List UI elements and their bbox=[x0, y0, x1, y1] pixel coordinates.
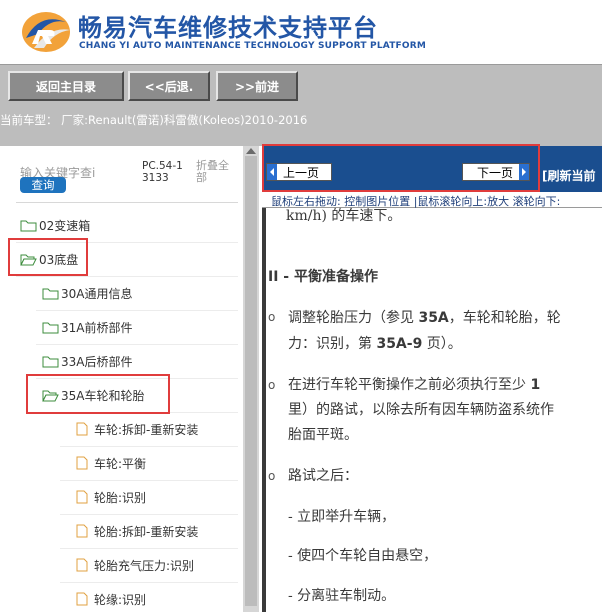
bullet-icon: o bbox=[268, 310, 276, 324]
divider bbox=[60, 514, 238, 515]
main-menu-button[interactable]: 返回主目录 bbox=[8, 71, 124, 101]
doc-paragraph: 在进行车轮平衡操作之前必须执行至少 1 bbox=[288, 374, 540, 394]
doc-line: 里）的路试，以除去所有因车辆防盗系统作 bbox=[288, 402, 554, 418]
highlight-box bbox=[8, 238, 88, 276]
doc-text: ，车轮和轮胎，轮 bbox=[448, 310, 561, 326]
divider bbox=[60, 582, 238, 583]
doc-heading: II - 平衡准备操作 bbox=[268, 269, 378, 285]
doc-icon bbox=[76, 592, 88, 606]
folder-icon bbox=[42, 322, 59, 333]
pc-code: PC.54-13133 bbox=[142, 160, 183, 184]
nav-bar: 返回主目录 <<后退. >>前进 bbox=[0, 64, 602, 106]
doc-line: - 使四个车轮自由悬空， bbox=[288, 548, 438, 564]
tree-item-02[interactable]: 02变速箱 bbox=[20, 213, 90, 237]
divider bbox=[16, 276, 238, 277]
tree-item-doc[interactable]: 车轮:拆卸-重新安装 bbox=[76, 417, 198, 441]
divider bbox=[36, 310, 238, 311]
tree-item-doc[interactable]: 轮胎:识别 bbox=[76, 485, 146, 509]
back-button[interactable]: <<后退. bbox=[128, 71, 210, 101]
tree-item-label: 车轮:拆卸-重新安装 bbox=[94, 422, 199, 437]
tree-item-doc[interactable]: 车轮:平衡 bbox=[76, 451, 146, 475]
doc-text: 35A-9 bbox=[376, 336, 423, 352]
doc-icon bbox=[76, 422, 88, 436]
doc-text: 力：识别，第 bbox=[288, 336, 372, 352]
scrollbar-thumb[interactable] bbox=[245, 156, 257, 606]
collapse-all-button[interactable]: 折叠全部 bbox=[196, 160, 236, 184]
tree-item-33a[interactable]: 33A后桥部件 bbox=[42, 349, 132, 373]
tree-item-label: 轮胎充气压力:识别 bbox=[94, 558, 195, 573]
doc-line: km/h) 的车速下。 bbox=[286, 208, 402, 224]
divider bbox=[60, 446, 238, 447]
tree-item-label: 30A通用信息 bbox=[61, 286, 133, 301]
doc-icon bbox=[76, 524, 88, 538]
forward-button[interactable]: >>前进 bbox=[216, 71, 298, 101]
tree-item-label: 轮缘:识别 bbox=[94, 592, 147, 607]
divider bbox=[60, 548, 238, 549]
doc-line: 胎面平斑。 bbox=[288, 427, 358, 443]
doc-paragraph: 调整轮胎压力（参见 35A，车轮和轮胎，轮 bbox=[288, 307, 561, 327]
doc-text: 35A bbox=[418, 310, 449, 326]
folder-icon bbox=[42, 288, 59, 299]
tree-item-label: 02变速箱 bbox=[39, 218, 91, 233]
brand-subtitle: CHANG YI AUTO MAINTENANCE TECHNOLOGY SUP… bbox=[79, 41, 427, 51]
bullet-icon: o bbox=[268, 469, 276, 483]
tree-item-31a[interactable]: 31A前桥部件 bbox=[42, 315, 132, 339]
tree-item-label: 轮胎:识别 bbox=[94, 490, 147, 505]
car-logo-icon bbox=[22, 12, 70, 52]
doc-text: 1 bbox=[530, 377, 541, 393]
doc-text: 调整轮胎压力（参见 bbox=[288, 310, 414, 326]
highlight-box bbox=[262, 144, 540, 192]
tree-item-doc[interactable]: 轮缘:识别 bbox=[76, 587, 146, 611]
current-car-model: 当前车型： 厂家:Renault(雷诺)科雷傲(Koleos)2010-2016 bbox=[0, 113, 308, 127]
query-button[interactable]: 查询 bbox=[20, 177, 66, 193]
scroll-up-icon[interactable] bbox=[246, 148, 256, 154]
tree-item-label: 轮胎:拆卸-重新安装 bbox=[94, 524, 199, 539]
doc-line: - 分离驻车制动。 bbox=[288, 588, 396, 604]
header: 畅易汽车维修技术支持平台 CHANG YI AUTO MAINTENANCE T… bbox=[0, 0, 602, 64]
doc-icon bbox=[76, 456, 88, 470]
divider bbox=[60, 480, 238, 481]
bullet-icon: o bbox=[268, 378, 276, 392]
tree-item-label: 车轮:平衡 bbox=[94, 456, 147, 471]
tree-item-30a[interactable]: 30A通用信息 bbox=[42, 281, 132, 305]
folder-icon bbox=[42, 356, 59, 367]
doc-line: - 立即举升车辆， bbox=[288, 509, 396, 525]
brand-title: 畅易汽车维修技术支持平台 bbox=[78, 14, 378, 42]
viewer-edge bbox=[262, 208, 266, 612]
doc-line: 路试之后： bbox=[288, 468, 358, 484]
divider bbox=[36, 344, 238, 345]
highlight-box bbox=[26, 374, 170, 414]
tree-item-label: 31A前桥部件 bbox=[61, 320, 133, 335]
divider bbox=[16, 202, 238, 203]
folder-icon bbox=[20, 220, 37, 231]
tree-item-doc[interactable]: 轮胎:拆卸-重新安装 bbox=[76, 519, 198, 543]
doc-icon bbox=[76, 490, 88, 504]
doc-paragraph: 力：识别，第 35A-9 页）。 bbox=[288, 333, 462, 353]
tree-item-doc[interactable]: 轮胎充气压力:识别 bbox=[76, 553, 194, 577]
doc-text: 在进行车轮平衡操作之前必须执行至少 bbox=[288, 377, 526, 393]
doc-icon bbox=[76, 558, 88, 572]
page: 畅易汽车维修技术支持平台 CHANG YI AUTO MAINTENANCE T… bbox=[0, 0, 602, 612]
tree-item-label: 33A后桥部件 bbox=[61, 354, 133, 369]
doc-text: 页）。 bbox=[426, 336, 462, 352]
refresh-button[interactable]: [刷新当前 bbox=[542, 167, 596, 184]
